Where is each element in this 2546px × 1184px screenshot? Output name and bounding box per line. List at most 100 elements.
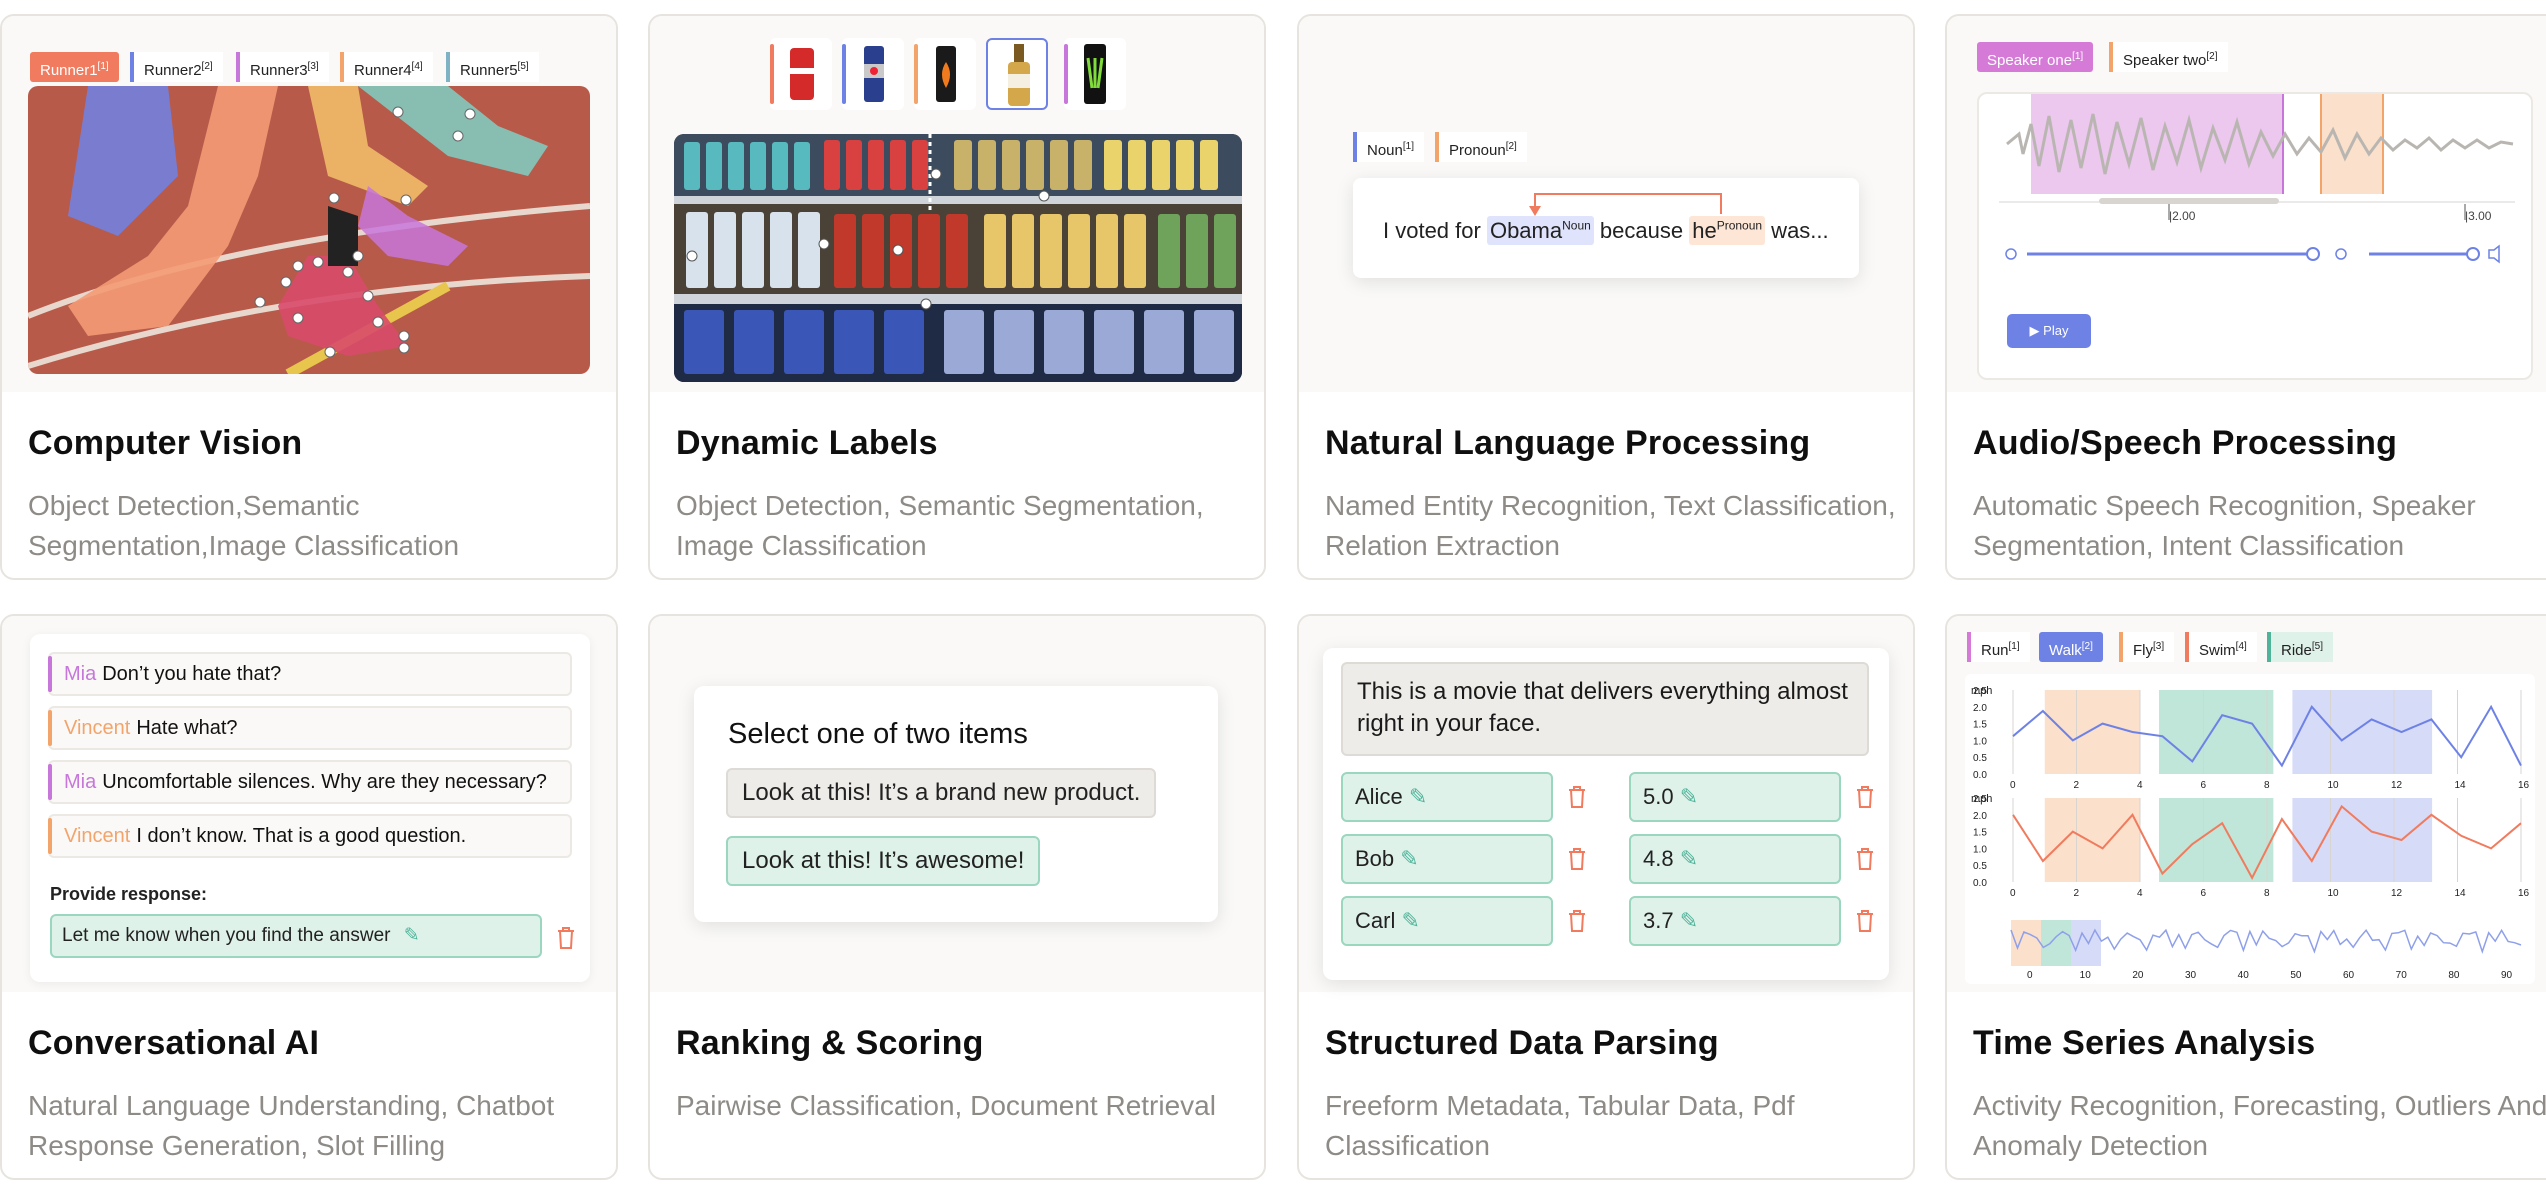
x-tick-label: 14 [2455, 888, 2467, 899]
pencil-icon[interactable]: ✎ [1409, 784, 1427, 809]
tag-speaker-two[interactable]: Speaker two[2] [2109, 42, 2228, 72]
tag-runner1[interactable]: Runner1[1] [30, 52, 119, 82]
pencil-icon[interactable]: ✎ [1401, 908, 1419, 933]
tag-noun[interactable]: Noun[1] [1353, 132, 1424, 162]
card-title: Structured Data Parsing [1325, 1024, 1719, 1062]
feature-card-grid: Runner1[1] Runner2[2] Runner3[3] Runner4… [0, 0, 2546, 1184]
structured-panel: This is a movie that delivers everything… [1323, 648, 1889, 980]
product-label-monster[interactable] [1064, 38, 1126, 110]
pencil-icon[interactable]: ✎ [1680, 784, 1698, 809]
trash-icon[interactable] [1855, 909, 1875, 933]
response-input[interactable]: Let me know when you find the answer ✎ [50, 914, 542, 958]
pencil-icon[interactable]: ✎ [1680, 846, 1698, 871]
pencil-icon[interactable]: ✎ [1680, 908, 1698, 933]
product-label-burn[interactable] [914, 38, 976, 110]
rank-item-option-b[interactable]: Look at this! It’s awesome! [726, 836, 1041, 886]
runners-image[interactable] [28, 86, 590, 374]
relation-arrow [1529, 193, 1722, 216]
product-label-red-bull[interactable] [842, 38, 904, 110]
x-tick-label: 10 [2328, 780, 2340, 791]
rank-item-option-a[interactable]: Look at this! It’s a brand new product. [726, 768, 1157, 818]
svg-text:|2.00: |2.00 [2169, 209, 2196, 223]
trash-icon[interactable] [1567, 785, 1587, 809]
score-field[interactable]: 4.8 ✎ [1629, 834, 1841, 884]
waveform[interactable]: |2.00 |3.00 [1979, 94, 2535, 244]
chat-message: Mia Don’t you hate that? [48, 652, 572, 696]
response-label: Provide response: [50, 884, 208, 904]
tag-pronoun[interactable]: Pronoun[2] [1435, 132, 1527, 162]
overview-tick-label: 20 [2132, 970, 2144, 981]
y-tick-label: 0.5 [1973, 753, 1987, 764]
time-series-chart[interactable]: mph mph 2.52.01.51.00.50.00 2 4 6 8 10 12 14 162… [1965, 674, 2535, 984]
name-field[interactable]: Bob ✎ [1341, 834, 1553, 884]
card-ranking-scoring[interactable]: Select one of two items Look at this! It… [648, 614, 1266, 1180]
card-audio[interactable]: Speaker one[1] Speaker two[2] |2.00 |3.0… [1945, 14, 2546, 580]
tag-swim[interactable]: Swim[4] [2185, 632, 2257, 662]
tag-walk[interactable]: Walk[2] [2039, 632, 2103, 662]
x-tick-label: 4 [2137, 888, 2143, 899]
entity-pronoun[interactable]: hePronoun [1689, 216, 1766, 245]
conversation-panel: Mia Don’t you hate that? Vincent Hate what… [30, 634, 590, 982]
card-nlp[interactable]: Noun[1] Pronoun[2] I voted for ObamaNoun… [1297, 14, 1915, 580]
chat-message: Mia Uncomfortable silences. Why are they … [48, 760, 572, 804]
trash-icon[interactable] [1567, 909, 1587, 933]
activity-band[interactable] [2292, 690, 2433, 774]
card-description: Pairwise Classification, Document Retrie… [676, 1090, 1216, 1121]
product-label-beer[interactable] [986, 38, 1048, 110]
card-title: Audio/Speech Processing [1973, 424, 2398, 462]
card-description: Natural Language Understanding, Chatbot … [28, 1090, 555, 1161]
y-tick-label: 0.0 [1973, 878, 1987, 889]
card-computer-vision[interactable]: Runner1[1] Runner2[2] Runner3[3] Runner4… [0, 14, 618, 580]
svg-text:|3.00: |3.00 [2465, 209, 2492, 223]
card-time-series[interactable]: Run[1] Walk[2] Fly[3] Swim[4] Ride[5] mp… [1945, 614, 2546, 1180]
nlp-annotation-box: I voted for ObamaNoun because hePronoun … [1353, 178, 1859, 278]
card-preview: Select one of two items Look at this! It… [650, 616, 1264, 992]
y-tick-label: 2.0 [1973, 703, 1987, 714]
activity-band[interactable] [2044, 690, 2140, 774]
card-description: Automatic Speech Recognition, Speaker Se… [1973, 490, 2476, 561]
zoom-slider[interactable] [1979, 240, 2535, 270]
card-conversational-ai[interactable]: Mia Don’t you hate that? Vincent Hate what… [0, 614, 618, 1180]
activity-band[interactable] [2292, 798, 2433, 882]
y-tick-label: 0.5 [1973, 861, 1987, 872]
x-tick-label: 12 [2391, 780, 2403, 791]
trash-icon[interactable] [1855, 847, 1875, 871]
card-structured-data[interactable]: This is a movie that delivers everything… [1297, 614, 1915, 1180]
trash-icon[interactable] [1567, 847, 1587, 871]
card-preview: Speaker one[1] Speaker two[2] |2.00 |3.0… [1947, 16, 2546, 392]
pencil-icon[interactable]: ✎ [404, 916, 420, 956]
score-field[interactable]: 3.7 ✎ [1629, 896, 1841, 946]
product-label-strip [770, 38, 1150, 118]
tag-runner5[interactable]: Runner5[5] [446, 52, 539, 82]
x-tick-label: 10 [2328, 888, 2340, 899]
tag-speaker-one[interactable]: Speaker one[1] [1977, 42, 2094, 72]
card-title: Conversational AI [28, 1024, 320, 1062]
tag-run[interactable]: Run[1] [1967, 632, 2030, 662]
activity-band[interactable] [2159, 690, 2274, 774]
chat-message: Vincent I don’t know. That is a good ques… [48, 814, 572, 858]
play-button[interactable]: ▶ Play [2007, 314, 2091, 348]
tag-runner4[interactable]: Runner4[4] [340, 52, 433, 82]
pencil-icon[interactable]: ✎ [1400, 846, 1418, 871]
time-series-panel[interactable]: mph mph 2.5 2.0 1.5 1.0 0.5 0.0 0 2 4 6 8 10 12 14 16 2… [1965, 674, 2535, 984]
tag-ride[interactable]: Ride[5] [2267, 632, 2333, 662]
tag-fly[interactable]: Fly[3] [2119, 632, 2175, 662]
trash-icon[interactable] [1855, 785, 1875, 809]
card-preview: Run[1] Walk[2] Fly[3] Swim[4] Ride[5] mp… [1947, 616, 2546, 992]
card-title: Computer Vision [28, 424, 303, 462]
product-label-coca-cola[interactable] [770, 38, 832, 110]
name-field[interactable]: Carl ✎ [1341, 896, 1553, 946]
trash-icon[interactable] [556, 926, 576, 950]
overview-tick-label: 70 [2396, 970, 2408, 981]
tag-runner2[interactable]: Runner2[2] [130, 52, 223, 82]
card-dynamic-labels[interactable]: Dynamic Labels Object Detection, Semanti… [648, 14, 1266, 580]
entity-noun[interactable]: ObamaNoun [1486, 216, 1594, 245]
card-preview: This is a movie that delivers everything… [1299, 616, 1913, 992]
tag-runner3[interactable]: Runner3[3] [236, 52, 329, 82]
x-tick-label: 6 [2201, 780, 2207, 791]
score-field[interactable]: 5.0 ✎ [1629, 772, 1841, 822]
shelf-image[interactable] [674, 134, 1242, 382]
name-field[interactable]: Alice ✎ [1341, 772, 1553, 822]
card-title: Ranking & Scoring [676, 1024, 984, 1062]
activity-band[interactable] [2044, 798, 2140, 882]
